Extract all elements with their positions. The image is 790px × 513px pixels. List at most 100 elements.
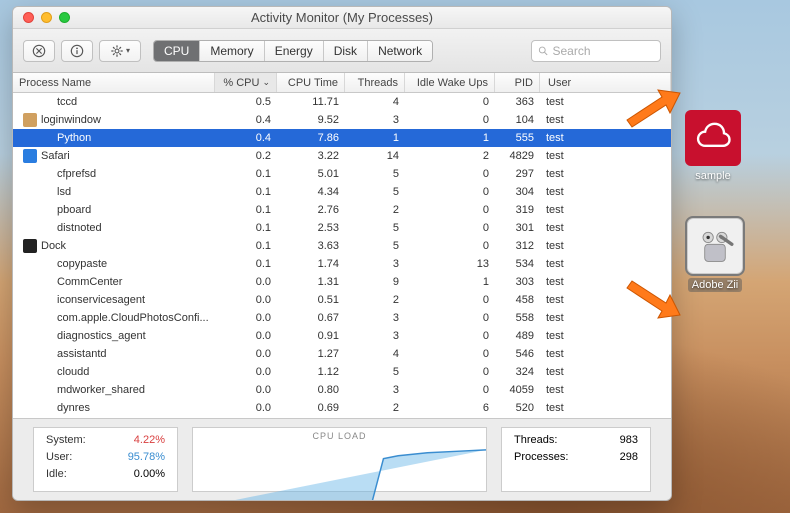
table-row[interactable]: copypaste0.11.74313534test [13, 255, 671, 273]
stop-process-button[interactable] [23, 40, 55, 62]
system-label: System: [46, 434, 86, 451]
table-row[interactable]: Safari0.23.221424829test [13, 147, 671, 165]
cell-user: test [540, 237, 671, 255]
toolbar: ▾ CPU Memory Energy Disk Network [13, 29, 671, 73]
table-row[interactable]: mdworker_shared0.00.80304059test [13, 381, 671, 399]
cell-user: test [540, 399, 671, 417]
table-row[interactable]: diagnostics_agent0.00.9130489test [13, 327, 671, 345]
footer: System:4.22% User:95.78% Idle:0.00% CPU … [13, 418, 671, 500]
col-cpu[interactable]: % CPU⌄ [215, 73, 277, 92]
cell-time: 1.31 [277, 273, 345, 291]
col-cpu-time[interactable]: CPU Time [277, 73, 345, 92]
cell-pid: 489 [495, 327, 540, 345]
table-row[interactable]: loginwindow0.49.5230104test [13, 111, 671, 129]
cell-threads: 5 [345, 219, 405, 237]
process-name: com.apple.CloudPhotosConfi... [57, 312, 209, 324]
cell-user: test [540, 165, 671, 183]
cell-time: 2.53 [277, 219, 345, 237]
tab-energy[interactable]: Energy [265, 41, 324, 61]
cell-time: 5.01 [277, 165, 345, 183]
table-row[interactable]: dynres0.00.6926520test [13, 399, 671, 417]
cell-threads: 3 [345, 327, 405, 345]
cell-pid: 534 [495, 255, 540, 273]
table-row[interactable]: lsd0.14.3450304test [13, 183, 671, 201]
automator-icon [687, 218, 743, 274]
table-row[interactable]: iconservicesagent0.00.5120458test [13, 291, 671, 309]
cell-time: 1.12 [277, 363, 345, 381]
cell-threads: 3 [345, 309, 405, 327]
search-input[interactable] [553, 44, 655, 58]
process-table[interactable]: tccd0.511.7140363testloginwindow0.49.523… [13, 93, 671, 418]
cell-idle: 2 [405, 147, 495, 165]
table-header: Process Name % CPU⌄ CPU Time Threads Idl… [13, 73, 671, 93]
table-row[interactable]: pboard0.12.7620319test [13, 201, 671, 219]
table-row[interactable]: CommCenter0.01.3191303test [13, 273, 671, 291]
sort-desc-icon: ⌄ [262, 77, 270, 88]
chevron-down-icon: ▾ [126, 46, 130, 55]
process-name: Safari [41, 150, 70, 162]
table-row[interactable]: cfprefsd0.15.0150297test [13, 165, 671, 183]
cell-idle: 0 [405, 183, 495, 201]
desktop-icon-adobe-zii[interactable]: Adobe Zii [680, 218, 750, 292]
col-pid[interactable]: PID [495, 73, 540, 92]
cell-idle: 0 [405, 345, 495, 363]
desktop-icon-sample[interactable]: sample [678, 110, 748, 182]
cell-user: test [540, 363, 671, 381]
cell-cpu: 0.2 [215, 147, 277, 165]
processes-label: Processes: [514, 451, 568, 468]
cell-cpu: 0.1 [215, 183, 277, 201]
col-process-name[interactable]: Process Name [13, 73, 215, 92]
cpu-load-graph: CPU LOAD [192, 427, 487, 492]
tab-memory[interactable]: Memory [200, 41, 264, 61]
cell-pid: 304 [495, 183, 540, 201]
options-button[interactable]: ▾ [99, 40, 141, 62]
table-row[interactable]: tccd0.511.7140363test [13, 93, 671, 111]
process-name: lsd [57, 186, 71, 198]
cell-threads: 1 [345, 129, 405, 147]
cell-pid: 546 [495, 345, 540, 363]
process-name: tccd [57, 96, 77, 108]
cell-pid: 458 [495, 291, 540, 309]
cell-pid: 363 [495, 93, 540, 111]
cell-idle: 0 [405, 363, 495, 381]
cell-cpu: 0.1 [215, 201, 277, 219]
creative-cloud-icon [685, 110, 741, 166]
titlebar[interactable]: Activity Monitor (My Processes) [13, 7, 671, 29]
cell-time: 7.86 [277, 129, 345, 147]
cell-idle: 1 [405, 129, 495, 147]
process-name: mdworker_shared [57, 384, 145, 396]
cell-time: 4.34 [277, 183, 345, 201]
tab-network[interactable]: Network [368, 41, 432, 61]
tab-cpu[interactable]: CPU [154, 41, 200, 61]
search-field[interactable] [531, 40, 661, 62]
idle-value: 0.00% [134, 468, 165, 485]
cell-user: test [540, 183, 671, 201]
cell-pid: 301 [495, 219, 540, 237]
table-row[interactable]: Python0.47.8611555test [13, 129, 671, 147]
cell-idle: 0 [405, 111, 495, 129]
col-threads[interactable]: Threads [345, 73, 405, 92]
inspect-process-button[interactable] [61, 40, 93, 62]
col-idle[interactable]: Idle Wake Ups [405, 73, 495, 92]
table-row[interactable]: assistantd0.01.2740546test [13, 345, 671, 363]
table-row[interactable]: Dock0.13.6350312test [13, 237, 671, 255]
cell-idle: 0 [405, 291, 495, 309]
table-row[interactable]: distnoted0.12.5350301test [13, 219, 671, 237]
cell-threads: 3 [345, 111, 405, 129]
cell-cpu: 0.0 [215, 399, 277, 417]
cell-cpu: 0.4 [215, 111, 277, 129]
desktop-icon-label: Adobe Zii [688, 278, 742, 292]
cell-time: 3.22 [277, 147, 345, 165]
table-row[interactable]: cloudd0.01.1250324test [13, 363, 671, 381]
cell-threads: 5 [345, 363, 405, 381]
cell-pid: 324 [495, 363, 540, 381]
cell-threads: 2 [345, 399, 405, 417]
cell-threads: 2 [345, 291, 405, 309]
cell-cpu: 0.0 [215, 363, 277, 381]
safari-icon [23, 149, 37, 163]
cell-cpu: 0.4 [215, 129, 277, 147]
tab-disk[interactable]: Disk [324, 41, 368, 61]
table-row[interactable]: com.apple.CloudPhotosConfi...0.00.673055… [13, 309, 671, 327]
cell-user: test [540, 255, 671, 273]
search-icon [538, 45, 549, 57]
